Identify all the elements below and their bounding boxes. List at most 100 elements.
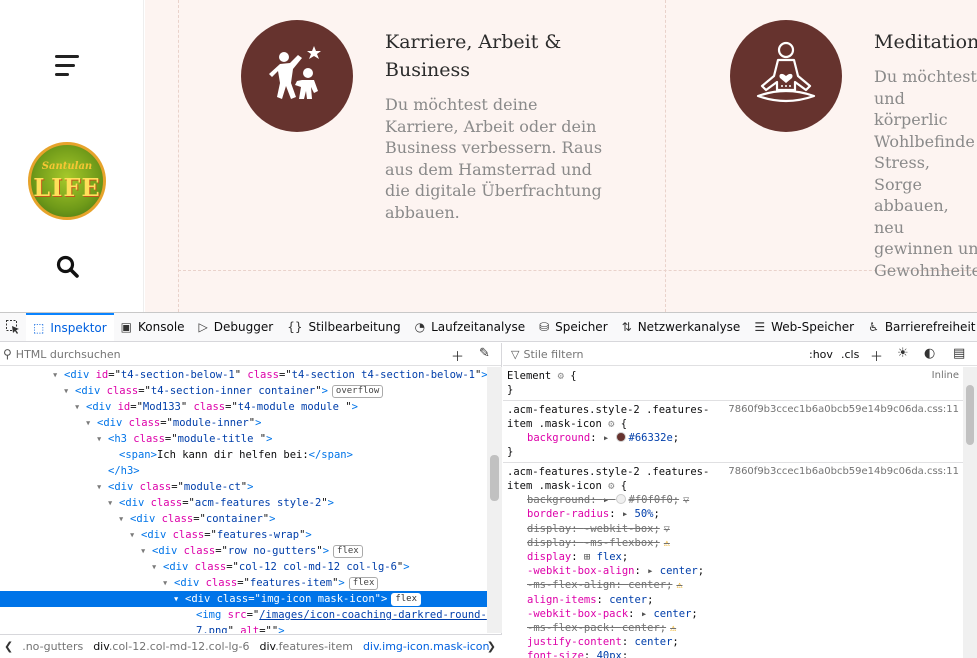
css-declaration[interactable]: display: ⊞ flex; [507,550,959,564]
tab-storage[interactable]: ☰ Web-Speicher [747,313,861,341]
markup-badge[interactable]: overflow [331,385,384,398]
tab-console[interactable]: ▣ Konsole [114,313,192,341]
css-declaration[interactable]: align-items: center; [507,593,959,607]
markup-node[interactable]: ▾ <div id="t4-section-below-1" class="t4-… [0,367,487,383]
expand-arrow-icon[interactable]: ▸ [603,494,616,506]
css-declaration[interactable]: justify-content: center; [507,635,959,649]
expand-twisty-icon[interactable]: ▾ [140,543,152,559]
markup-node[interactable]: ▾ <div class="features-item"> flex [0,575,487,591]
css-declaration[interactable]: border-radius: ▸ 50%; [507,507,959,521]
expand-twisty-icon[interactable]: ▾ [118,511,130,527]
tab-accessibility[interactable]: ♿ Barrierefreiheit [861,313,977,341]
expand-twisty-icon[interactable]: ▾ [107,495,119,511]
css-declaration[interactable]: display: -ms-flexbox; ⚠ [507,536,959,550]
markup-token: <div [119,497,151,509]
markup-node[interactable]: ▾ <div class="t4-section-inner container"… [0,383,487,399]
markup-node[interactable]: ▾ <div class="row no-gutters"> flex [0,543,487,559]
gear-icon[interactable]: ⚙ [608,480,614,492]
breadcrumb-item[interactable]: div.img-icon.mask-icon [358,640,495,653]
gear-icon[interactable]: ⚙ [608,418,614,430]
chevron-left-icon[interactable]: ❮ [0,640,17,653]
warning-icon[interactable]: ⚠ [670,623,676,634]
flexbox-highlighter-icon[interactable]: ⊞ [584,551,597,563]
expand-arrow-icon[interactable]: ▸ [647,565,660,577]
markup-node[interactable]: ▾ <div class="module-ct"> [0,479,487,495]
filter-icon[interactable]: ▽ [664,524,670,535]
html-search-input[interactable] [15,347,396,361]
css-rule[interactable]: .acm-features.style-2 .features- item .m… [503,463,963,658]
tab-inspector[interactable]: ⬚ Inspektor [26,313,114,341]
expand-twisty-icon[interactable]: ▾ [85,415,97,431]
markup-node[interactable]: 7.png" alt=""> [0,623,487,633]
tab-style-editor[interactable]: {} Stilbearbeitung [280,313,407,341]
style-filter-input[interactable] [523,347,794,361]
santulan-life-logo[interactable]: Santulan LIFE [28,142,106,220]
stylesheet-link[interactable]: 7860f9b3ccec1b6a0bcb59e14b9c06da.css:11 [728,403,959,417]
markup-badge[interactable]: flex [333,545,363,558]
expand-arrow-icon[interactable]: ▸ [641,608,654,620]
hover-toggle[interactable]: :hov [809,348,833,361]
stylesheet-link[interactable]: 7860f9b3ccec1b6a0bcb59e14b9c06da.css:11 [728,465,959,480]
css-declaration[interactable]: -webkit-box-align: ▸ center; [507,564,959,578]
light-theme-icon[interactable]: ☀ [897,346,909,361]
element-rule[interactable]: Element ⚙ { Inline } [503,367,963,401]
expand-twisty-icon[interactable]: ▾ [74,399,86,415]
markup-node[interactable]: ▾ <h3 class="module-title "> [0,431,487,447]
hamburger-menu-icon[interactable] [55,55,81,77]
expand-twisty-icon[interactable]: ▾ [63,383,75,399]
markup-badge[interactable]: flex [391,593,422,606]
expand-twisty-icon[interactable]: ▾ [162,575,174,591]
css-declaration[interactable]: -webkit-box-pack: ▸ center; [507,607,959,621]
tab-memory[interactable]: ⛁ Speicher [532,313,615,341]
css-declaration[interactable]: -ms-flex-pack: center; ⚠ [507,621,959,635]
markup-node[interactable]: ▾ <div class="col-12 col-md-12 col-lg-6"> [0,559,487,575]
warning-icon[interactable]: ⚠ [676,580,682,591]
expand-twisty-icon[interactable]: ▾ [129,527,141,543]
filter-icon[interactable]: ▽ [683,495,689,506]
print-media-icon[interactable]: ▤ [953,346,965,361]
element-picker-icon[interactable] [0,313,26,341]
rules-scrollbar[interactable] [963,367,977,658]
search-icon[interactable] [56,255,80,279]
markup-node[interactable]: <img src="/images/icon-coaching-darkred-… [0,607,487,623]
dark-theme-icon[interactable]: ◐ [924,346,935,361]
expand-twisty-icon[interactable]: ▾ [52,367,64,383]
markup-node[interactable]: ▾ <div class="module-inner"> [0,415,487,431]
breadcrumb-item[interactable]: div.features-item [254,640,357,653]
markup-scrollbar[interactable] [487,367,502,633]
tab-network[interactable]: ⇅ Netzwerkanalyse [615,313,748,341]
markup-node[interactable]: </h3> [0,463,487,479]
expand-twisty-icon[interactable]: ▾ [173,591,185,607]
markup-node[interactable]: ▾ <div class="acm-features style-2"> [0,495,487,511]
breadcrumb-item[interactable]: .no-gutters [17,640,88,653]
expand-twisty-icon[interactable]: ▾ [96,479,108,495]
breadcrumb-item[interactable]: div.col-12.col-md-12.col-lg-6 [88,640,254,653]
expand-twisty-icon[interactable]: ▾ [151,559,163,575]
markup-token: class [161,513,194,525]
class-toggle[interactable]: .cls [841,348,859,361]
markup-tree[interactable]: ▾ <div id="t4-section-below-1" class="t4-… [0,367,487,633]
markup-node[interactable]: <span>Ich kann dir helfen bei:</span> [0,447,487,463]
css-declaration[interactable]: -ms-flex-align: center; ⚠ [507,578,959,592]
warning-icon[interactable]: ⚠ [664,538,670,549]
css-rule[interactable]: .acm-features.style-2 .features- item .m… [503,401,963,464]
css-declaration[interactable]: background: ▸ #f0f0f0; ▽ [507,493,959,507]
color-swatch[interactable] [615,494,626,505]
markup-node-selected[interactable]: ▾ <div class="img-icon mask-icon"> flex [0,591,487,607]
markup-node[interactable]: ▾ <div id="Mod133" class="t4-module modul… [0,399,487,415]
add-node-icon[interactable]: ＋ [451,346,464,365]
markup-node[interactable]: ▾ <div class="container"> [0,511,487,527]
css-declaration[interactable]: background: ▸ #66332e; [507,431,959,445]
chevron-right-icon[interactable]: ❯ [487,640,496,653]
markup-node[interactable]: ▾ <div class="features-wrap"> [0,527,487,543]
expand-twisty-icon[interactable]: ▾ [96,431,108,447]
tab-debugger[interactable]: ▷ Debugger [192,313,281,341]
color-swatch[interactable] [615,432,626,442]
markup-badge[interactable]: flex [348,577,379,590]
tab-performance[interactable]: ◔ Laufzeitanalyse [408,313,532,341]
css-declaration[interactable]: display: -webkit-box; ▽ [507,522,959,536]
add-rule-icon[interactable]: ＋ [870,346,883,365]
expand-arrow-icon[interactable]: ▸ [622,508,635,520]
gear-icon[interactable]: ⚙ [558,370,564,382]
eyedropper-icon[interactable]: ✎ [479,346,490,361]
